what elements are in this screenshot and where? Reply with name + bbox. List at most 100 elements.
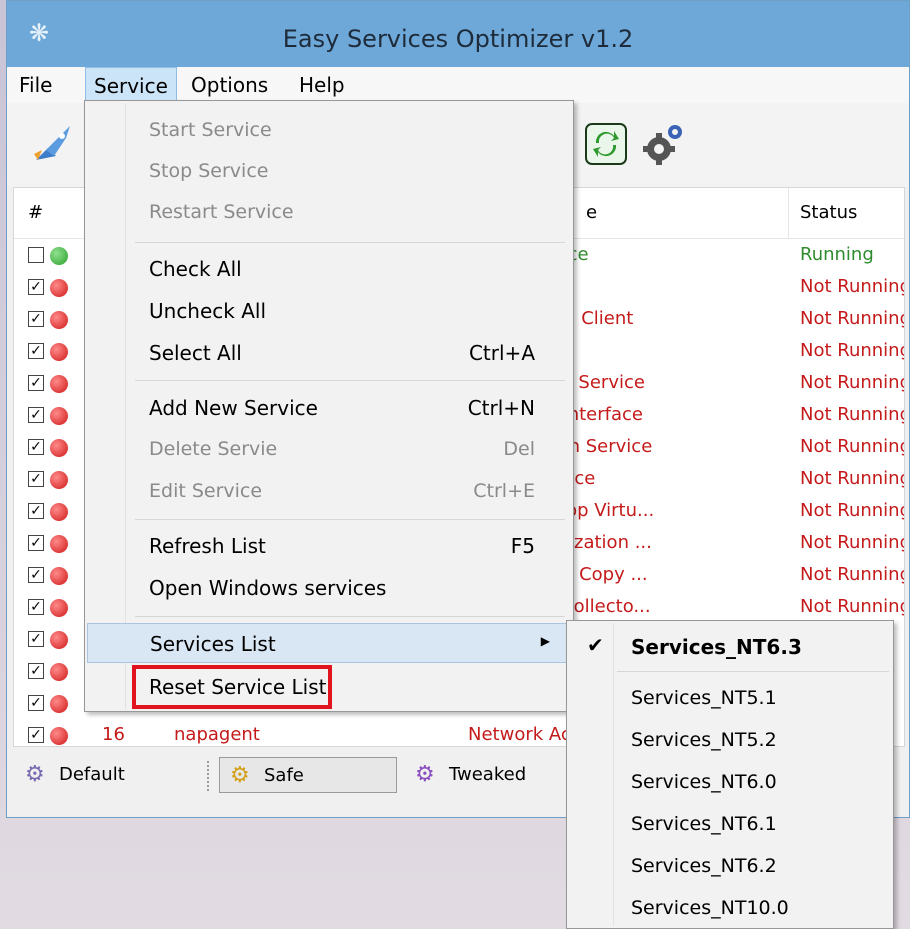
row-status: Not Running [800,500,905,521]
gear-icon: ⚙ [415,762,435,787]
submenu-item-label: Services_NT5.1 [631,687,777,709]
row-checkbox[interactable]: ✓ [28,471,44,487]
row-status: Not Running [800,276,905,297]
status-dot-icon [50,631,68,649]
restart-service-item[interactable]: Restart Service [87,193,571,233]
status-dot-icon [50,503,68,521]
row-number: 16 [102,724,125,745]
row-status: Not Running [800,340,905,361]
submenu-item[interactable]: Services_NT5.2 [569,719,891,761]
submenu-item[interactable]: Services_NT6.0 [569,761,891,803]
default-mode-label: Default [59,764,125,785]
select-all-item[interactable]: Select All Ctrl+A [87,333,571,373]
submenu-item[interactable]: Services_NT10.0 [569,887,891,929]
status-dot-icon [50,311,68,329]
row-status: Not Running [800,564,905,585]
row-checkbox[interactable]: ✓ [28,567,44,583]
row-checkbox[interactable]: ✓ [28,407,44,423]
row-checkbox[interactable]: ✓ [28,503,44,519]
submenu-item-label: Services_NT6.0 [631,771,777,793]
row-status: Not Running [800,372,905,393]
header-display-name[interactable]: e [586,188,597,238]
row-status: Not Running [800,436,905,457]
row-checkbox[interactable]: ✓ [28,375,44,391]
row-status: Not Running [800,308,905,329]
services-list-submenu: ✔ Services_NT6.3 Services_NT5.1 Services_… [566,620,894,929]
check-all-item[interactable]: Check All [87,249,571,289]
status-dot-icon [50,343,68,361]
open-windows-services-item[interactable]: Open Windows services [87,568,571,608]
settings-gears-icon[interactable] [637,117,691,171]
submenu-separator [617,671,889,672]
add-new-service-item[interactable]: Add New Service Ctrl+N [87,388,571,428]
row-checkbox[interactable]: ✓ [28,695,44,711]
default-mode-button[interactable]: ⚙ Default [15,757,191,793]
row-status: Not Running [800,532,905,553]
status-dot-icon [50,439,68,457]
menu-separator [135,519,565,520]
tweaked-mode-button[interactable]: ⚙ Tweaked [405,757,565,793]
refresh-icon[interactable] [579,117,633,171]
header-number[interactable]: # [28,188,43,238]
submenu-item[interactable]: Services_NT5.1 [569,677,891,719]
menu-separator [135,616,565,617]
submenu-item-checked[interactable]: ✔ Services_NT6.3 [569,625,891,667]
rocket-icon[interactable] [25,117,79,171]
submenu-item-label: Services_NT5.2 [631,729,777,751]
uncheck-all-item[interactable]: Uncheck All [87,291,571,331]
row-checkbox[interactable]: ✓ [28,599,44,615]
row-checkbox[interactable]: ✓ [28,535,44,551]
status-dot-icon [50,375,68,393]
divider [207,761,211,791]
highlight-annotation-box [132,665,332,709]
menu-options[interactable]: Options [183,67,276,103]
status-dot-icon [50,471,68,489]
row-checkbox[interactable]: ✓ [28,311,44,327]
status-dot-icon [50,407,68,425]
stop-service-item[interactable]: Stop Service [87,152,571,192]
row-checkbox[interactable]: ✓ [28,279,44,295]
row-service-name: napagent [174,724,260,745]
status-dot-icon [50,247,68,265]
status-dot-icon [50,599,68,617]
header-separator [788,188,789,238]
gear-icon: ⚙ [25,762,45,787]
menu-service[interactable]: Service [85,67,177,103]
tweaked-mode-label: Tweaked [449,764,527,785]
submenu-item[interactable]: Services_NT6.2 [569,845,891,887]
submenu-item-label: Services_NT10.0 [631,897,789,919]
menu-help[interactable]: Help [291,67,353,103]
refresh-list-item[interactable]: Refresh List F5 [87,526,571,566]
gear-icon: ⚙ [230,763,250,788]
row-checkbox[interactable]: ✓ [28,343,44,359]
delete-service-item[interactable]: Delete Servie Del [87,430,571,470]
row-checkbox[interactable]: ✓ [28,631,44,647]
status-dot-icon [50,535,68,553]
row-status: Not Running [800,404,905,425]
status-dot-icon [50,663,68,681]
row-checkbox[interactable] [28,247,44,263]
status-dot-icon [50,727,68,745]
row-status: Not Running [800,468,905,489]
submenu-item[interactable]: Services_NT6.1 [569,803,891,845]
safe-mode-button[interactable]: ⚙ Safe [219,757,397,793]
safe-mode-label: Safe [264,765,304,786]
menu-file[interactable]: File [11,67,60,103]
window-title: Easy Services Optimizer v1.2 [282,25,634,53]
row-checkbox[interactable]: ✓ [28,439,44,455]
row-status: Running [800,244,874,265]
services-list-item[interactable]: Services List ▶ [87,623,571,663]
checkmark-icon: ✔ [587,633,604,657]
edit-service-item[interactable]: Edit Service Ctrl+E [87,472,571,512]
submenu-arrow-icon: ▶ [540,634,550,648]
row-checkbox[interactable]: ✓ [28,663,44,679]
row-checkbox[interactable]: ✓ [28,727,44,743]
service-menu-dropdown: Start Service Stop Service Restart Servi… [84,100,574,712]
menu-bar: File Service Options Help [7,67,909,104]
header-status[interactable]: Status [800,188,857,238]
submenu-item-label: Services_NT6.1 [631,813,777,835]
menu-separator [135,242,565,243]
start-service-item[interactable]: Start Service [87,111,571,151]
title-bar: ❋ Easy Services Optimizer v1.2 [7,1,909,67]
submenu-item-label: Services_NT6.2 [631,855,777,877]
